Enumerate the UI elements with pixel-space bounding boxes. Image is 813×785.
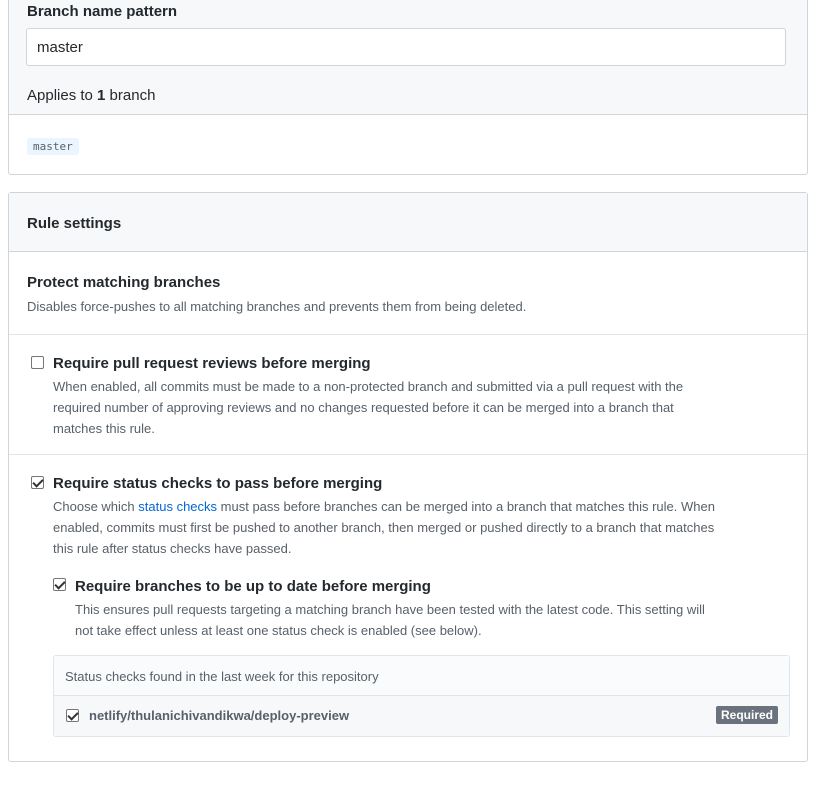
rule-settings-title: Rule settings xyxy=(27,215,122,232)
matching-branch-tag: master xyxy=(27,138,79,155)
status-check-checkbox[interactable] xyxy=(66,709,79,722)
rule-settings-header: Rule settings xyxy=(9,193,807,252)
up-to-date-title: Require branches to be up to date before… xyxy=(75,578,431,595)
applies-to-text: Applies to 1 branch xyxy=(27,87,156,104)
pr-reviews-title: Require pull request reviews before merg… xyxy=(53,355,371,372)
found-status-checks-header: Status checks found in the last week for… xyxy=(54,656,789,696)
found-status-checks-list: Status checks found in the last week for… xyxy=(53,655,790,737)
branch-pattern-label: Branch name pattern xyxy=(27,3,178,20)
up-to-date-checkbox[interactable] xyxy=(53,578,66,591)
status-check-name: netlify/thulanichivandikwa/deploy-previe… xyxy=(89,708,350,723)
protect-section: Protect matching branches Disables force… xyxy=(9,252,807,335)
status-check-row: netlify/thulanichivandikwa/deploy-previe… xyxy=(54,696,789,736)
status-checks-checkbox[interactable] xyxy=(31,476,44,489)
pr-reviews-checkbox[interactable] xyxy=(31,356,44,369)
pr-reviews-description: When enabled, all commits must be made t… xyxy=(53,379,684,436)
branch-pattern-panel: Branch name pattern Applies to 1 branch … xyxy=(8,0,808,175)
status-checks-link[interactable]: status checks xyxy=(138,499,217,514)
pr-reviews-section: Require pull request reviews before merg… xyxy=(9,335,807,455)
up-to-date-description: This ensures pull requests targeting a m… xyxy=(75,602,705,638)
protect-title: Protect matching branches xyxy=(27,274,221,291)
required-badge: Required xyxy=(715,706,778,724)
status-checks-title: Require status checks to pass before mer… xyxy=(53,475,383,492)
rule-settings-panel: Rule settings Protect matching branches … xyxy=(8,192,808,762)
branch-pattern-input[interactable] xyxy=(26,28,786,66)
status-checks-description: Choose which status checks must pass bef… xyxy=(53,499,715,556)
protect-description: Disables force-pushes to all matching br… xyxy=(27,299,527,314)
branch-pattern-header: Branch name pattern Applies to 1 branch xyxy=(9,0,807,115)
status-checks-section: Require status checks to pass before mer… xyxy=(9,455,807,785)
